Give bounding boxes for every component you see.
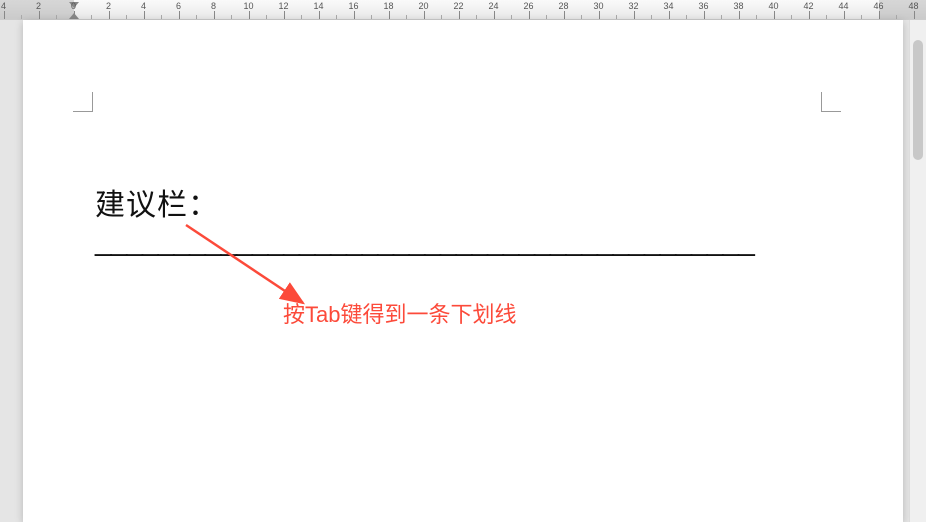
ruler-tick <box>371 15 372 19</box>
ruler-tick <box>844 11 845 19</box>
ruler-tick <box>529 11 530 19</box>
ruler-label: 26 <box>523 1 533 11</box>
ruler-tick <box>266 15 267 19</box>
ruler-tick <box>721 15 722 19</box>
ruler-tick <box>809 11 810 19</box>
ruler-tick <box>704 11 705 19</box>
ruler-tick <box>126 15 127 19</box>
ruler-label: 30 <box>593 1 603 11</box>
ruler-tick <box>826 15 827 19</box>
ruler-tick <box>564 11 565 19</box>
ruler-tick <box>914 11 915 19</box>
ruler-tick <box>441 15 442 19</box>
ruler-label: 42 <box>803 1 813 11</box>
ruler-tick <box>476 15 477 19</box>
crop-mark-icon <box>821 92 841 112</box>
scrollbar-thumb[interactable] <box>913 40 923 160</box>
ruler-label: 20 <box>418 1 428 11</box>
ruler-tick <box>459 11 460 19</box>
ruler-tick <box>791 15 792 19</box>
page-area: 建议栏：____________________________________… <box>0 20 926 522</box>
ruler-tick <box>74 11 75 19</box>
ruler-tick <box>231 15 232 19</box>
ruler-label: 10 <box>243 1 253 11</box>
ruler-label: 4 <box>141 1 146 11</box>
ruler-tick <box>581 15 582 19</box>
ruler-label: 46 <box>873 1 883 11</box>
horizontal-ruler[interactable]: 4202468101214161820222426283032343638404… <box>0 0 926 20</box>
ruler-label: 2 <box>106 1 111 11</box>
ruler-right-margin <box>879 0 926 19</box>
ruler-label: 24 <box>488 1 498 11</box>
ruler-tick <box>599 11 600 19</box>
ruler-label: 48 <box>908 1 918 11</box>
ruler-tick <box>179 11 180 19</box>
ruler-tick <box>301 15 302 19</box>
ruler-tick <box>214 11 215 19</box>
ruler-tick <box>879 11 880 19</box>
ruler-label: 22 <box>453 1 463 11</box>
ruler-tick <box>109 11 110 19</box>
suggestion-label[interactable]: 建议栏： <box>95 180 219 224</box>
ruler-label: 28 <box>558 1 568 11</box>
ruler-tick <box>756 15 757 19</box>
ruler-tick <box>896 15 897 19</box>
ruler-label: 32 <box>628 1 638 11</box>
document-content[interactable]: 建议栏：____________________________________… <box>95 180 813 258</box>
ruler-tick <box>511 15 512 19</box>
ruler-tick <box>319 11 320 19</box>
ruler-label: 44 <box>838 1 848 11</box>
ruler-label: 16 <box>348 1 358 11</box>
ruler-tick <box>546 15 547 19</box>
ruler-label: 8 <box>211 1 216 11</box>
ruler-label: 18 <box>383 1 393 11</box>
ruler-tick <box>406 15 407 19</box>
ruler-tick <box>861 15 862 19</box>
ruler-label: 2 <box>36 1 41 11</box>
ruler-tick <box>616 15 617 19</box>
ruler-tick <box>144 11 145 19</box>
ruler-tick <box>56 15 57 19</box>
ruler-tick <box>774 11 775 19</box>
ruler-tick <box>424 11 425 19</box>
ruler-label: 40 <box>768 1 778 11</box>
ruler-tick <box>494 11 495 19</box>
vertical-scrollbar[interactable] <box>909 20 926 522</box>
annotation-text: 按Tab键得到一条下划线 <box>283 297 516 329</box>
ruler-label: 14 <box>313 1 323 11</box>
ruler-tick <box>161 15 162 19</box>
ruler-label: 36 <box>698 1 708 11</box>
ruler-tick <box>284 11 285 19</box>
ruler-tick <box>336 15 337 19</box>
ruler-tick <box>669 11 670 19</box>
ruler-tick <box>634 11 635 19</box>
ruler-label: 4 <box>1 1 6 11</box>
ruler-tick <box>686 15 687 19</box>
tab-underline[interactable]: ________________________________________… <box>95 224 754 258</box>
ruler-tick <box>196 15 197 19</box>
crop-mark-icon <box>73 92 93 112</box>
ruler-tick <box>21 15 22 19</box>
ruler-tick <box>651 15 652 19</box>
ruler-tick <box>354 11 355 19</box>
ruler-tick <box>4 11 5 19</box>
ruler-label: 38 <box>733 1 743 11</box>
ruler-label: 0 <box>71 1 76 11</box>
ruler-tick <box>739 11 740 19</box>
ruler-tick <box>39 11 40 19</box>
ruler-label: 34 <box>663 1 673 11</box>
ruler-tick <box>91 15 92 19</box>
ruler-label: 6 <box>176 1 181 11</box>
document-page[interactable]: 建议栏：____________________________________… <box>23 20 903 522</box>
ruler-label: 12 <box>278 1 288 11</box>
ruler-tick <box>389 11 390 19</box>
ruler-tick <box>249 11 250 19</box>
